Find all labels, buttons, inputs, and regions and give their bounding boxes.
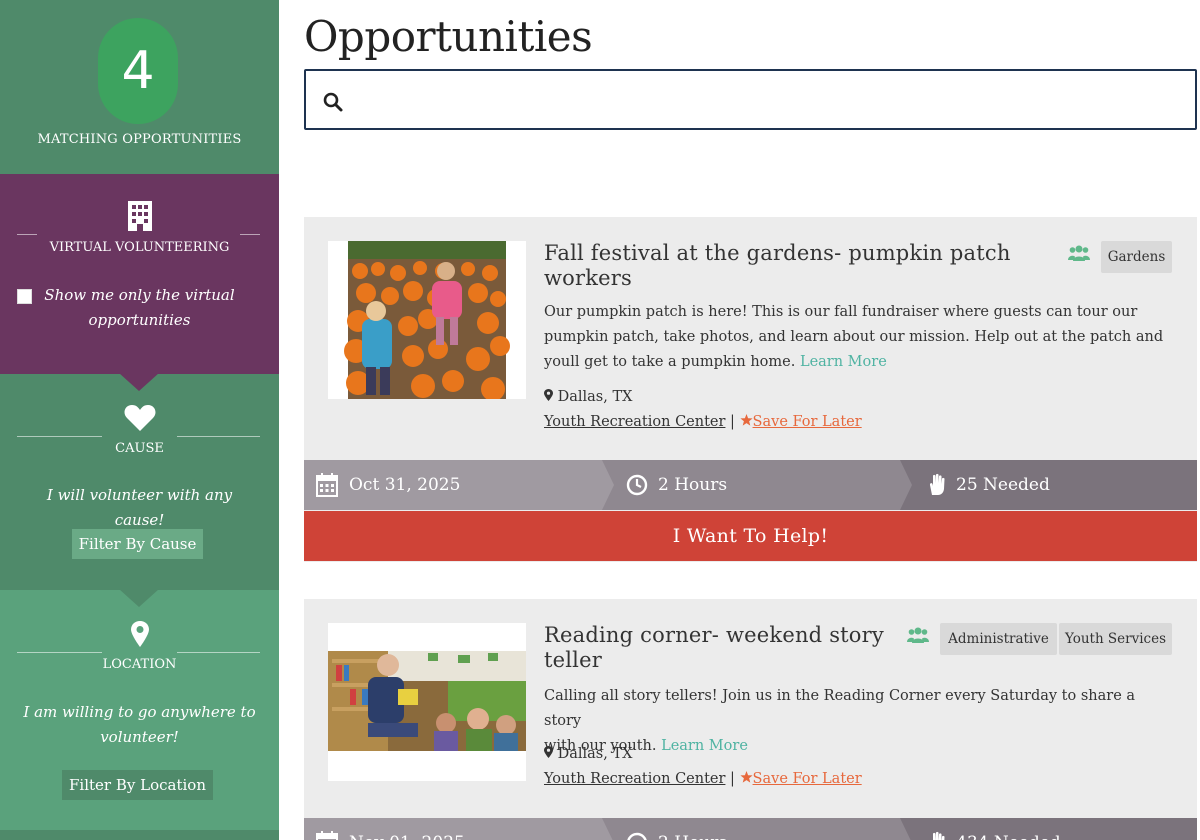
segment-arrow — [602, 818, 614, 840]
cause-title: CAUSE — [115, 441, 164, 456]
opportunity-links: Youth Recreation Center | Save For Later — [544, 771, 862, 787]
i-want-to-help-button[interactable]: I Want To Help! — [304, 511, 1197, 561]
cause-panel: CAUSE I will volunteer with any cause! F… — [0, 373, 279, 590]
calendar-icon — [316, 473, 338, 497]
opportunity-title[interactable]: Fall festival at the gardens- pumpkin pa… — [544, 241, 1011, 291]
search-bar[interactable] — [304, 69, 1197, 130]
duration-text: 2 Hours — [658, 818, 727, 840]
calendar-icon — [316, 831, 338, 840]
opportunity-location: Dallas, TX — [544, 389, 632, 405]
opportunity-title[interactable]: Reading corner- weekend story teller — [544, 623, 884, 673]
segment-arrow — [602, 460, 614, 510]
location-description: I am willing to go anywhere to volunteer… — [23, 703, 256, 746]
map-marker-icon — [544, 389, 553, 401]
heart-icon — [0, 404, 279, 436]
group-icon — [907, 627, 929, 643]
next-panel-edge — [0, 830, 279, 840]
cause-description: I will volunteer with any cause! — [46, 486, 233, 529]
virtual-title: VIRTUAL VOLUNTEERING — [49, 240, 230, 255]
category-tag[interactable]: Administrative — [940, 623, 1057, 655]
opportunity-location: Dallas, TX — [544, 746, 632, 762]
divider — [240, 234, 260, 235]
category-tag[interactable]: Youth Services — [1059, 623, 1172, 655]
virtual-only-checkbox[interactable] — [17, 289, 32, 304]
save-for-later-link[interactable]: Save For Later — [739, 771, 862, 787]
divider — [17, 436, 102, 437]
needed-segment: 25 Needed — [900, 460, 1197, 510]
date-text: Oct 31, 2025 — [349, 475, 461, 495]
location-panel: LOCATION I am willing to go anywhere to … — [0, 589, 279, 840]
opportunity-meta-bar: Oct 31, 2025 2 Hours 25 Needed — [304, 460, 1197, 510]
date-segment: Oct 31, 2025 — [304, 460, 614, 510]
raised-hand-icon — [929, 473, 945, 495]
needed-text: 434 Needed — [956, 818, 1061, 840]
virtual-volunteering-panel: VIRTUAL VOLUNTEERING Show me only the vi… — [0, 174, 279, 374]
section-notch — [119, 589, 159, 607]
filter-by-location-button[interactable]: Filter By Location — [62, 770, 213, 800]
opportunity-links: Youth Recreation Center | Save For Later — [544, 414, 862, 430]
opportunities-main: Opportunities Fall festival at the garde… — [304, 0, 1200, 840]
opportunity-meta-bar: Nov 01, 2025 2 Hours 434 Needed — [304, 818, 1197, 840]
duration-text: 2 Hours — [658, 475, 728, 495]
group-icon — [1068, 245, 1090, 261]
search-icon — [323, 92, 343, 112]
organization-link[interactable]: Youth Recreation Center — [544, 414, 725, 430]
search-input[interactable] — [350, 81, 1180, 119]
match-count-panel: 4 MATCHING OPPORTUNITIES — [0, 0, 279, 174]
organization-link[interactable]: Youth Recreation Center — [544, 771, 725, 787]
section-notch — [119, 373, 159, 391]
date-text: Nov 01, 2025 — [349, 818, 465, 840]
location-title: LOCATION — [102, 657, 177, 672]
category-tag[interactable]: Gardens — [1101, 241, 1172, 273]
divider — [177, 652, 260, 653]
page-title: Opportunities — [304, 12, 593, 61]
map-marker-icon — [544, 746, 553, 758]
needed-text: 25 Needed — [956, 475, 1050, 495]
clock-icon — [627, 832, 647, 840]
star-icon — [739, 414, 753, 426]
match-count-label: MATCHING OPPORTUNITIES — [37, 132, 242, 147]
match-count-badge: 4 — [98, 18, 178, 124]
opportunity-image[interactable] — [328, 241, 526, 399]
opportunity-card: Reading corner- weekend story teller Adm… — [304, 599, 1197, 840]
segment-arrow — [900, 818, 912, 840]
opportunity-card: Fall festival at the gardens- pumpkin pa… — [304, 217, 1197, 562]
date-segment: Nov 01, 2025 — [304, 818, 614, 840]
building-icon — [0, 200, 279, 236]
filter-by-cause-button[interactable]: Filter By Cause — [72, 529, 203, 559]
learn-more-link[interactable]: Learn More — [800, 354, 887, 370]
divider — [17, 652, 102, 653]
opportunity-description: Calling all story tellers! Join us in th… — [544, 688, 1136, 754]
save-for-later-link[interactable]: Save For Later — [739, 414, 862, 430]
opportunity-description: Our pumpkin patch is here! This is our f… — [544, 304, 1164, 370]
clock-icon — [626, 474, 648, 496]
virtual-checkbox-label[interactable]: Show me only the virtual opportunities — [40, 283, 239, 333]
raised-hand-icon — [933, 831, 945, 840]
needed-segment: 434 Needed — [900, 818, 1197, 840]
duration-segment: 2 Hours — [602, 818, 912, 840]
duration-segment: 2 Hours — [602, 460, 912, 510]
star-icon — [739, 771, 753, 783]
filter-sidebar: 4 MATCHING OPPORTUNITIES VIRTUAL VOLUNTE… — [0, 0, 279, 840]
segment-arrow — [900, 460, 912, 510]
divider — [177, 436, 260, 437]
opportunity-image[interactable] — [328, 623, 526, 781]
divider — [17, 234, 37, 235]
learn-more-link[interactable]: Learn More — [661, 738, 748, 754]
map-pin-icon — [0, 620, 279, 652]
